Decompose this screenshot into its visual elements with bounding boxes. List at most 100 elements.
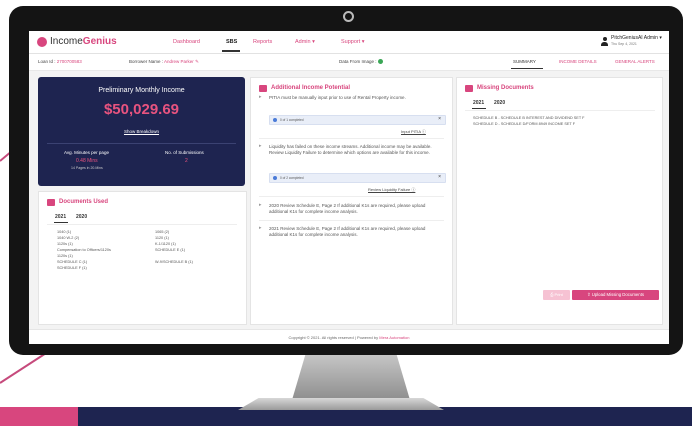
avg-minutes-sub: 14 Pages in 20.Mins [71,166,103,170]
monitor-stand-neck [292,352,410,400]
footer: Copyright © 2021. All rights reserved | … [29,329,669,344]
progress-icon [273,118,277,122]
alert-progress: 0 of 1 completed × [269,115,446,125]
edit-icon[interactable]: ✎ [195,59,199,64]
loan-info-bar: Loan Id : 2700700583 Borrower Name : And… [29,54,669,71]
borrower-name: Borrower Name : Andrew Parker ✎ [129,59,199,65]
logo-brand: Genius [82,36,117,47]
data-from-image-label: Data From Image : [339,59,377,64]
app-screen: IncomeGenius Dashboard SBS Reports Admin… [29,31,669,344]
nav-reports[interactable]: Reports [253,39,272,45]
missing-document-item[interactable]: SCHEDULE D - SCHEDULE D/FORM 8949 INCOME… [473,122,575,126]
tab-general-alerts[interactable]: GENERAL ALERTS [615,59,655,64]
missing-document-item[interactable]: SCHEDULE B - SCHEDULE B INTEREST AND DIV… [473,116,584,120]
print-label: Print [554,292,563,297]
documents-used-title: Documents Used [59,199,109,205]
alert-text: 2020 Review Schedule E, Page 2 If additi… [269,203,426,214]
close-icon[interactable]: × [438,116,441,122]
document-item[interactable]: 1065 (2) [155,230,169,234]
document-item[interactable]: K-1/1120 (1) [155,242,176,246]
tab-active-indicator [511,68,543,69]
alert-text: 2021 Review Schedule E, Page 2 If additi… [269,226,426,237]
copyright-text: Copyright © 2021. All rights reserved | … [288,335,379,340]
tab-summary[interactable]: SUMMARY [513,59,536,64]
logo-icon [37,37,47,47]
tab-income-details[interactable]: INCOME DETAILS [559,59,597,64]
divider [47,224,237,225]
income-potential-icon [259,85,267,92]
avg-minutes-value: 0.48 Mins [76,158,98,164]
borrower-value[interactable]: Andrew Parker [164,59,194,64]
nav-sbs[interactable]: SBS [226,39,237,45]
missing-documents-title: Missing Documents [477,85,534,91]
user-menu[interactable]: PitchGeniusAI Admin ▾ [611,35,662,41]
alert-text: Liquidity has failed on these income str… [269,144,432,155]
submissions-value: 2 [185,158,188,164]
monitor-stand-base [238,398,444,410]
documents-icon [47,199,55,206]
document-item[interactable]: W-9/SCHEDULE B (1) [155,260,193,264]
status-ok-icon [377,59,383,65]
nav-active-indicator [222,50,240,52]
documents-used-card: Documents Used 2021 2020 1040 (1) 1040 W… [38,191,247,325]
preliminary-income-card: Preliminary Monthly Income $50,029.69 Sh… [38,77,245,186]
document-item[interactable]: SCHEDULE F (1) [57,266,87,270]
income-value: $50,029.69 [103,101,180,118]
divider [47,143,236,144]
logo[interactable]: IncomeGenius [50,36,117,47]
year-tab-2021[interactable]: 2021 [473,100,484,106]
review-liquidity-link[interactable]: Review Liquidity Failure ⓘ [368,187,415,193]
progress-text: 0 of 1 completed [280,117,304,122]
year-active-indicator [54,222,68,223]
missing-documents-icon [465,85,473,92]
alert-bullet-icon: ▸ [259,143,262,149]
nav-dashboard[interactable]: Dashboard [173,39,200,45]
alert-bullet-icon: ▸ [259,94,262,100]
document-item[interactable]: SCHEDULE C (1) [57,260,87,264]
income-title: Preliminary Monthly Income [98,87,185,94]
borrower-label: Borrower Name : [129,59,164,64]
top-navbar: IncomeGenius Dashboard SBS Reports Admin… [29,31,669,54]
data-from-image: Data From Image : [339,59,383,65]
divider [259,220,444,221]
year-tab-2020[interactable]: 2020 [494,100,505,106]
divider [465,110,655,111]
monitor-frame: IncomeGenius Dashboard SBS Reports Admin… [9,6,683,355]
avg-minutes-label: Avg. Minutes per page [64,150,109,155]
bottom-accent [0,407,78,426]
year-tab-2021[interactable]: 2021 [55,214,66,220]
additional-income-title: Additional Income Potential [271,85,351,91]
alert-progress: 0 of 2 completed × [269,173,446,183]
document-item[interactable]: 1120s (1) [57,242,73,246]
input-pitia-link[interactable]: Input PITIA ⓘ [401,129,426,135]
alert-text: PITIA must be manually input prior to us… [269,95,406,100]
alert-bullet-icon: ▸ [259,225,262,231]
close-icon[interactable]: × [438,174,441,180]
upload-missing-documents-button[interactable]: ⇪ Upload Missing Documents [572,290,659,300]
nav-support[interactable]: Support ▾ [341,39,365,45]
user-date: Thu Sep 4, 2021 [611,42,637,46]
loan-id-value[interactable]: 2700700583 [57,59,82,64]
document-item[interactable]: 1120 (1) [155,236,169,240]
loan-id: Loan Id : 2700700583 [38,59,82,64]
footer-brand-link[interactable]: Mera Automation [379,335,409,340]
document-item[interactable]: 1120s (1) [57,254,73,258]
document-item[interactable]: Compensation to Officers/1120s [57,248,111,252]
footer-text: Copyright © 2021. All rights reserved | … [29,335,669,340]
year-tab-2020[interactable]: 2020 [76,214,87,220]
progress-icon [273,176,277,180]
submissions-label: No. of Submissions [165,150,204,155]
year-active-indicator [472,108,486,109]
divider [259,196,444,197]
document-item[interactable]: 1040 (1) [57,230,71,234]
show-breakdown-link[interactable]: Show Breakdown [38,129,245,134]
missing-documents-card: Missing Documents 2021 2020 SCHEDULE B -… [456,77,663,325]
progress-text: 0 of 2 completed [280,175,304,180]
nav-admin[interactable]: Admin ▾ [295,39,315,45]
logo-prefix: Income [50,36,83,47]
document-item[interactable]: 1040 W-2 (2) [57,236,79,240]
user-icon [601,37,608,46]
divider [259,138,444,139]
document-item[interactable]: SCHEDULE E (1) [155,248,185,252]
print-button[interactable]: ⎙ Print [543,290,570,300]
